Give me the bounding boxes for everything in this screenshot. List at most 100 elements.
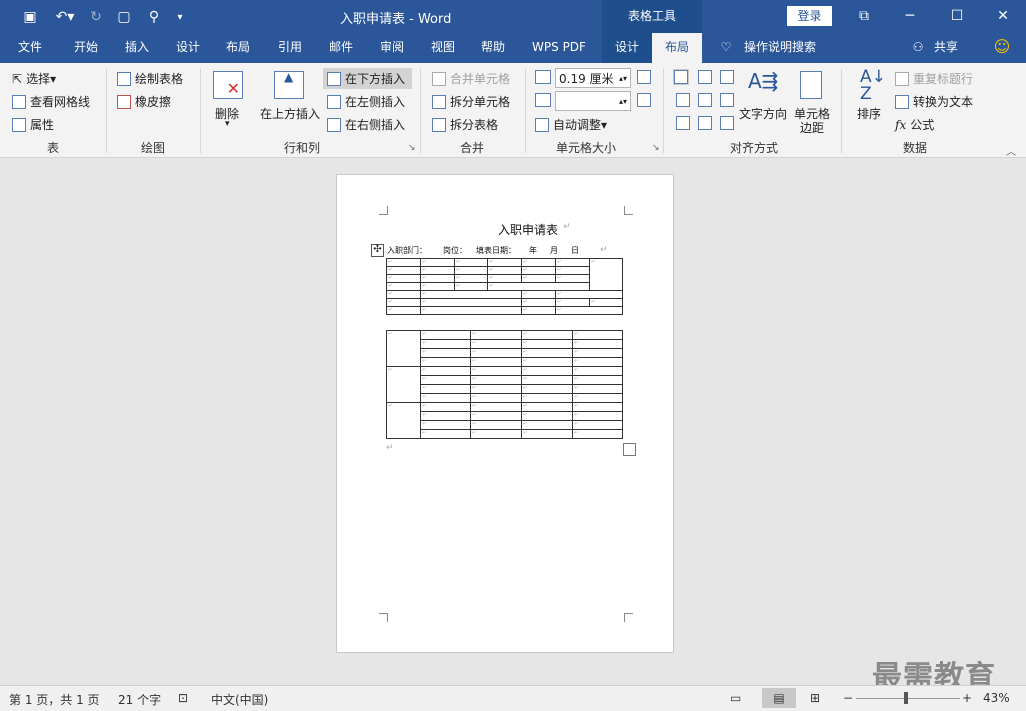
eraser-icon bbox=[117, 94, 131, 109]
insert-below-button[interactable]: 在下方插入 bbox=[323, 68, 412, 89]
formula-button[interactable]: fx 公式 bbox=[895, 116, 934, 133]
tab-table-layout[interactable]: 布局 bbox=[652, 33, 702, 63]
tab-wps-pdf[interactable]: WPS PDF bbox=[524, 33, 594, 63]
tab-layout[interactable]: 布局 bbox=[216, 33, 260, 63]
insert-right-button[interactable]: 在右侧插入 bbox=[327, 116, 405, 133]
spinner-icon[interactable]: ▴▾ bbox=[619, 97, 627, 106]
info-day[interactable]: 日 bbox=[571, 245, 579, 256]
smiley-icon[interactable]: ☺ bbox=[990, 33, 1014, 63]
tab-file[interactable]: 文件 bbox=[8, 33, 52, 63]
info-year[interactable]: 年 bbox=[529, 245, 537, 256]
ribbon-display-icon[interactable]: ⧉ bbox=[852, 6, 876, 26]
sort-button[interactable]: 排序 bbox=[857, 105, 881, 122]
zoom-out-icon[interactable]: − bbox=[843, 691, 853, 705]
spinner-icon[interactable]: ▴▾ bbox=[619, 74, 627, 83]
tab-mailings[interactable]: 邮件 bbox=[319, 33, 363, 63]
read-mode-icon[interactable]: ▭ bbox=[730, 691, 741, 705]
distribute-rows-icon[interactable] bbox=[637, 70, 655, 84]
convert-to-text-button[interactable]: 转换为文本 bbox=[895, 93, 973, 110]
info-fill-date[interactable]: 填表日期： bbox=[476, 245, 516, 256]
info-position[interactable]: 岗位： bbox=[443, 245, 467, 256]
align-middle-center-icon[interactable] bbox=[698, 93, 716, 107]
column-width-icon bbox=[535, 93, 555, 107]
tell-me-search[interactable]: 操作说明搜索 bbox=[740, 33, 820, 63]
rows-cols-launcher-icon[interactable]: ↘ bbox=[408, 143, 416, 153]
tab-insert[interactable]: 插入 bbox=[115, 33, 159, 63]
title-bar: ▣ ↶▾ ↻ ▢ ⚲ ▾ 入职申请表 - Word 表格工具 登录 ⧉ ─ ☐ … bbox=[0, 0, 1026, 33]
zoom-in-icon[interactable]: + bbox=[962, 691, 972, 705]
application-form-table-section[interactable]: ↵ ↵ ↵ ↵ ↵ ↵ ↵ ↵ ↵ ↵ ↵ ↵ ↵ ↵ ↵ ↵ ↵ ↵ ↵ ↵ ↵ ↵ ↵ ↵ ↵ ↵ ↵ ↵ ↵ ↵ ↵ ↵ ↵… bbox=[386, 330, 623, 439]
autofit-button[interactable]: 自动调整 ▾ bbox=[535, 116, 607, 133]
text-direction-button[interactable]: 文字方向 bbox=[739, 105, 787, 122]
tab-home[interactable]: 开始 bbox=[64, 33, 108, 63]
undo-icon[interactable]: ↶▾ bbox=[50, 7, 80, 27]
eraser-button[interactable]: 橡皮擦 bbox=[117, 93, 171, 110]
close-button[interactable]: ✕ bbox=[991, 6, 1015, 26]
zoom-slider-thumb[interactable] bbox=[904, 692, 908, 704]
tab-references[interactable]: 引用 bbox=[268, 33, 312, 63]
tab-help[interactable]: 帮助 bbox=[471, 33, 515, 63]
proofing-icon[interactable]: ⊡ bbox=[178, 691, 188, 705]
insert-below-icon bbox=[327, 71, 341, 86]
align-bottom-right-icon[interactable] bbox=[720, 116, 738, 130]
print-layout-icon[interactable]: ▤ bbox=[762, 688, 796, 708]
delete-dropdown-icon[interactable]: ▾ bbox=[225, 119, 230, 129]
split-cells-button[interactable]: 拆分单元格 bbox=[432, 93, 510, 110]
zoom-level[interactable]: 43% bbox=[983, 691, 1010, 705]
lightbulb-icon: ♡ bbox=[720, 40, 732, 54]
new-document-icon[interactable]: ▢ bbox=[114, 7, 134, 27]
ribbon-separator bbox=[525, 69, 526, 153]
draw-table-button[interactable]: 绘制表格 bbox=[117, 70, 183, 87]
align-middle-right-icon[interactable] bbox=[720, 93, 738, 107]
paragraph-mark-icon: ↵ bbox=[563, 222, 571, 232]
cell-margins-icon bbox=[800, 71, 822, 99]
table-resize-handle-icon[interactable] bbox=[623, 443, 636, 456]
share-button[interactable]: 共享 bbox=[928, 33, 964, 63]
column-width-field[interactable]: ▴▾ bbox=[555, 91, 631, 111]
formula-icon: fx bbox=[895, 117, 907, 132]
info-month[interactable]: 月 bbox=[550, 245, 558, 256]
align-top-left-icon[interactable] bbox=[673, 69, 689, 85]
customize-toolbar-icon[interactable]: ▾ bbox=[172, 7, 188, 27]
align-bottom-center-icon[interactable] bbox=[698, 116, 716, 130]
redo-icon[interactable]: ↻ bbox=[86, 7, 106, 27]
tab-design[interactable]: 设计 bbox=[166, 33, 210, 63]
application-form-table[interactable]: ↵ ↵ ↵ ↵ ↵ ↵ ↵ ↵ ↵ ↵ ↵ ↵ ↵ ↵ ↵ ↵ ↵ ↵ ↵ ↵ ↵ ↵ ↵ ↵ ↵ ↵ ↵ ↵ ↵ ↵ ↵ ↵ ↵ ↵… bbox=[386, 258, 623, 315]
paragraph-mark-icon: ↵ bbox=[600, 245, 608, 255]
word-count[interactable]: 21 个字 bbox=[118, 691, 161, 708]
table-move-handle-icon[interactable]: ✣ bbox=[371, 244, 384, 257]
align-top-right-icon[interactable] bbox=[720, 70, 738, 84]
tab-view[interactable]: 视图 bbox=[421, 33, 465, 63]
insert-left-button[interactable]: 在左侧插入 bbox=[327, 93, 405, 110]
web-layout-icon[interactable]: ⊞ bbox=[810, 691, 820, 705]
minimize-button[interactable]: ─ bbox=[898, 6, 922, 26]
split-table-button[interactable]: 拆分表格 bbox=[432, 116, 498, 133]
maximize-button[interactable]: ☐ bbox=[945, 6, 969, 26]
pencil-icon bbox=[117, 71, 131, 86]
distribute-columns-icon[interactable] bbox=[637, 93, 655, 107]
tab-review[interactable]: 审阅 bbox=[370, 33, 414, 63]
view-gridlines-button[interactable]: 查看网格线 bbox=[12, 93, 90, 110]
select-button[interactable]: ⇱ 选择 ▾ bbox=[12, 70, 56, 87]
save-icon[interactable]: ▣ bbox=[20, 7, 40, 27]
align-top-center-icon[interactable] bbox=[698, 70, 716, 84]
login-button[interactable]: 登录 bbox=[787, 6, 832, 26]
merge-cells-button[interactable]: 合并单元格 bbox=[432, 70, 510, 87]
table-tools-context: 表格工具 bbox=[602, 0, 702, 33]
language-indicator[interactable]: 中文(中国) bbox=[211, 691, 268, 708]
properties-button[interactable]: 属性 bbox=[12, 116, 54, 133]
repeat-header-button[interactable]: 重复标题行 bbox=[895, 70, 973, 87]
insert-above-button[interactable]: 在上方插入 bbox=[260, 105, 320, 122]
collapse-ribbon-icon[interactable]: ︿ bbox=[1006, 143, 1016, 158]
tab-table-design[interactable]: 设计 bbox=[602, 33, 652, 63]
table-row: ↵ ↵ ↵ ↵ bbox=[387, 393, 623, 403]
page-count[interactable]: 第 1 页，共 1 页 bbox=[9, 691, 100, 708]
zoom-slider[interactable] bbox=[856, 698, 960, 699]
cell-size-launcher-icon[interactable]: ↘ bbox=[652, 143, 660, 153]
info-department[interactable]: 入职部门： bbox=[387, 245, 427, 256]
search-icon[interactable]: ⚲ bbox=[144, 7, 164, 27]
row-height-field[interactable]: 0.19 厘米 ▴▾ bbox=[555, 68, 631, 88]
document-heading[interactable]: 入职申请表 bbox=[498, 221, 558, 238]
align-middle-left-icon[interactable] bbox=[676, 93, 694, 107]
align-bottom-left-icon[interactable] bbox=[676, 116, 694, 130]
